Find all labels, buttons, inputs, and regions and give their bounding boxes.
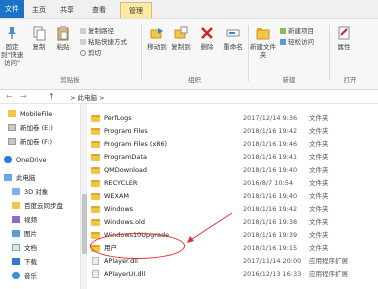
annotation-arrow-icon <box>187 212 233 243</box>
